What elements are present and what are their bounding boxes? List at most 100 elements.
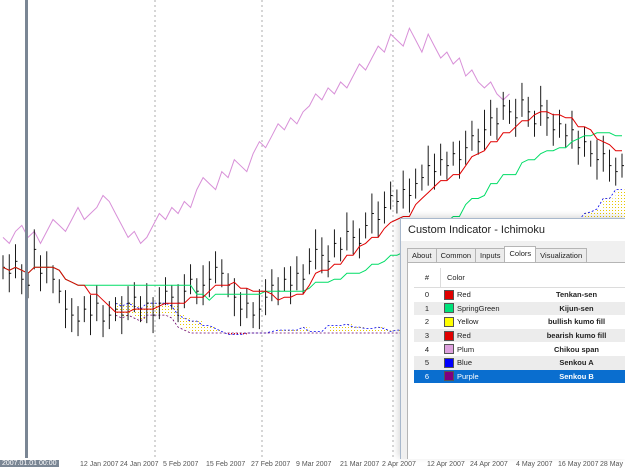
price-bar [415,168,418,199]
price-bar [527,96,531,127]
price-bar [327,245,331,278]
table-header: # Color [414,268,625,288]
price-bar [483,109,487,150]
buffer-label: Kijun-sen [559,303,594,313]
price-bar [146,283,149,324]
time-axis-label: 24 Jan 2007 [120,461,159,468]
color-swatch[interactable] [444,289,454,300]
tab-inputs[interactable]: Inputs [475,248,506,262]
price-bar [15,244,18,279]
time-axis-label: 4 May 2007 [516,461,553,468]
color-name[interactable]: Yellow [457,317,527,326]
tab-bar: About Common Inputs Colors Visualization [407,246,588,262]
price-bar [402,170,406,209]
price-bar [221,259,224,288]
price-bar [433,153,437,190]
time-axis: 2007.01.01 00:00 12 Jan 2007 24 Jan 2007 5 … [0,458,625,474]
price-bar [615,157,618,186]
price-bar [390,181,393,210]
color-name[interactable]: Red [457,290,527,299]
price-bar [296,256,299,291]
price-bar [302,264,306,295]
color-name[interactable]: Purple [457,372,527,381]
time-axis-label: 24 Apr 2007 [470,461,508,468]
price-bar [77,306,81,337]
price-bar [477,128,481,155]
color-swatch[interactable] [444,344,454,355]
color-row[interactable]: 1 SpringGreen Kijun-sen [414,301,625,316]
time-axis-label: 2 Apr 2007 [382,461,416,468]
price-bar [265,279,268,316]
price-bar [21,264,24,295]
time-axis-label: 15 Feb 2007 [206,461,246,468]
price-bar [102,305,106,338]
price-bar [321,237,324,274]
time-axis-label: 5 Feb 2007 [163,461,199,468]
price-bar [596,139,599,180]
color-swatch[interactable] [444,357,454,368]
color-swatch[interactable] [444,316,454,327]
price-bar [590,140,593,167]
color-row[interactable]: 4 Plum Chikou span [414,342,625,356]
price-bar [352,220,356,255]
price-bar [577,130,581,165]
row-index: 2 [424,317,430,327]
color-swatch[interactable] [444,303,454,314]
color-row[interactable]: 5 Blue Senkou A [414,355,625,370]
price-bar [240,292,243,327]
price-bar [584,126,587,157]
price-bar [202,265,206,306]
price-bar [83,296,87,323]
buffer-label: bullish kumo fill [547,317,606,327]
time-axis-label: 21 Mar 2007 [340,461,380,468]
crosshair-vertical-line [25,0,28,458]
price-bar [121,296,124,335]
color-swatch[interactable] [444,371,454,382]
price-bar [208,261,212,298]
tab-common[interactable]: Common [435,248,477,262]
price-bar [471,120,474,151]
price-bar [340,237,343,262]
chikou-span-line [2,26,510,245]
color-row[interactable]: 6 Purple Senkou B [414,369,625,384]
price-bar [446,151,449,180]
time-axis-label: 28 May 2007 [600,461,625,468]
price-bar [215,251,218,284]
price-bar [246,288,249,319]
buffer-label: Senkou B [559,371,594,381]
price-bar [609,149,612,182]
time-axis-label: 12 Apr 2007 [427,461,465,468]
price-bar [71,298,74,333]
color-name[interactable]: SpringGreen [457,304,527,313]
color-name[interactable]: Red [457,331,527,340]
tab-colors[interactable]: Colors [504,246,537,262]
tab-visualization[interactable]: Visualization [535,248,588,262]
price-bar [552,113,556,146]
price-bar [559,109,562,138]
row-index: 1 [424,303,430,313]
price-bar [371,193,374,234]
price-bar [515,98,518,137]
custom-indicator-dialog[interactable]: Custom Indicator - Ichimoku About Common I… [400,218,625,459]
price-bar [571,110,574,149]
color-row[interactable]: 0 Red Tenkan-sen [414,288,625,302]
price-bar [383,191,387,224]
price-bar [509,99,512,124]
price-bar [258,289,262,330]
time-axis-label: 12 Jan 2007 [80,461,119,468]
color-name[interactable]: Blue [457,358,527,367]
color-swatch[interactable] [444,330,454,341]
color-row[interactable]: 2 Yellow bullish kumo fill [414,315,625,329]
buffer-label: Tenkan-sen [555,290,598,300]
row-index: 0 [424,290,430,300]
color-row[interactable]: 3 Red bearish kumo fill [414,328,625,343]
price-bar [96,285,99,322]
tab-about[interactable]: About [407,248,437,262]
price-bar [196,278,199,305]
price-bar [290,266,293,305]
color-name[interactable]: Plum [457,345,527,354]
row-index: 3 [424,331,430,341]
price-bar [546,99,549,136]
price-bar [377,201,381,238]
price-bar [365,212,368,239]
